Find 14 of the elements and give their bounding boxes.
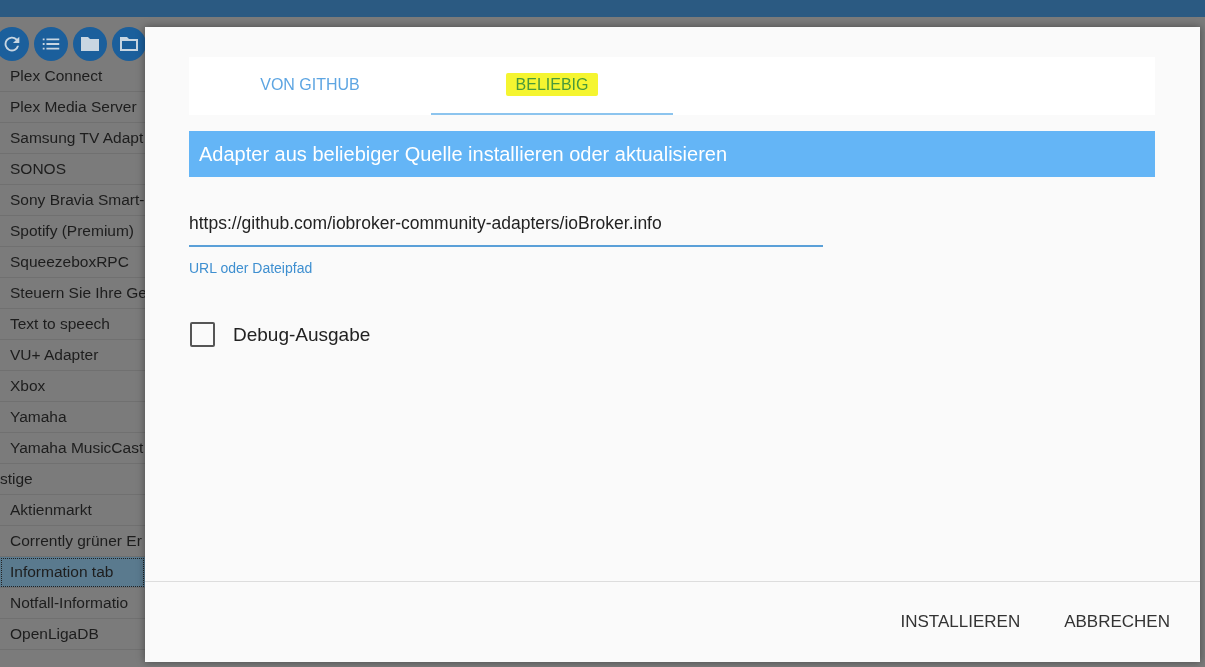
- refresh-button[interactable]: [0, 27, 29, 61]
- folder-button[interactable]: [112, 27, 146, 61]
- tab[interactable]: BELIEBIG: [431, 57, 673, 115]
- section-header: Adapter aus beliebiger Quelle installieren oder aktualisieren: [189, 131, 1155, 177]
- url-field[interactable]: https://github.com/iobroker-community-adapters/ioBroker.info: [189, 201, 823, 247]
- list-button[interactable]: [34, 27, 68, 61]
- checkbox[interactable]: [190, 322, 215, 347]
- field-helper-text: URL oder Dateipfad: [189, 260, 314, 276]
- tab[interactable]: VON GITHUB: [189, 57, 431, 115]
- checkbox-label: Debug-Ausgabe: [233, 323, 371, 346]
- cancel-button[interactable]: ABBRECHEN: [1052, 606, 1182, 638]
- adapter-list-item[interactable]: Information tab: [0, 557, 145, 588]
- install-button[interactable]: INSTALLIEREN: [888, 606, 1033, 638]
- folder-button[interactable]: [73, 27, 107, 61]
